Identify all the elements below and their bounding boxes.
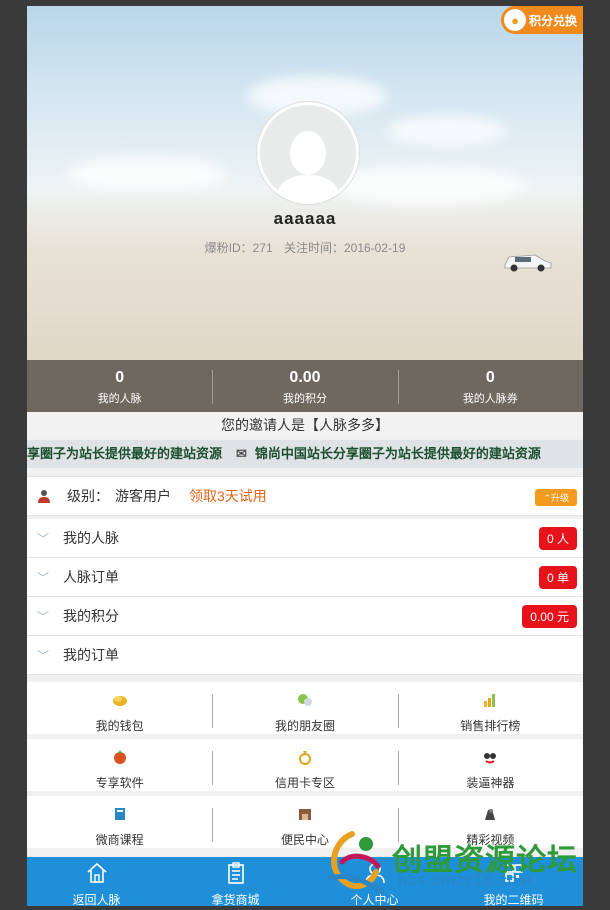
grid-my-moments[interactable]: 我的朋友圈	[212, 682, 397, 734]
chevron-down-icon: ﹀	[37, 531, 50, 546]
account-menu: ﹀ 我的人脉 0 人 ﹀ 人脉订单 0 单 ﹀ 我的积分 0.00 元 ﹀ 我的…	[27, 519, 583, 675]
software-icon	[113, 750, 126, 764]
points-exchange-label: 积分兑换	[529, 13, 578, 28]
grid-label: 我的钱包	[95, 719, 144, 733]
tab-label: 拿货商城	[211, 893, 260, 906]
level-value: 游客用户	[115, 488, 171, 504]
stat-label: 我的人脉券	[462, 393, 518, 405]
menu-item-label: 人脉订单	[63, 569, 119, 585]
moments-icon	[297, 694, 312, 706]
mail-icon: ✉	[236, 446, 247, 461]
stat-value: 0	[115, 369, 125, 386]
user-id: 爆粉ID：271	[204, 241, 273, 255]
stat-value: 0.00	[289, 369, 321, 386]
book-icon	[114, 808, 125, 820]
feature-grid-row-1: 我的钱包 我的朋友圈 销售排行榜	[27, 682, 583, 734]
upgrade-label: 升级	[550, 493, 569, 503]
upgrade-button[interactable]: ⌃升级	[535, 489, 577, 506]
home-icon	[86, 862, 107, 883]
grid-wechat-business-course[interactable]: 微商课程	[27, 796, 212, 848]
grid-sales-ranking[interactable]: 销售排行榜	[397, 682, 583, 734]
grid-exclusive-software[interactable]: 专享软件	[27, 739, 212, 791]
follow-time: 关注时间：2016-02-19	[283, 241, 406, 255]
ring-icon	[298, 751, 311, 765]
chevron-down-icon: ﹀	[37, 570, 50, 585]
wallet-icon	[112, 696, 127, 706]
tab-back-to-connections[interactable]: 返回人脉	[27, 857, 166, 906]
menu-item-label: 我的订单	[63, 647, 119, 663]
menu-my-orders[interactable]: ﹀ 我的订单	[27, 636, 583, 675]
clipboard-icon	[227, 862, 244, 884]
grid-label: 销售排行榜	[460, 719, 521, 733]
level-row: 级别： 游客用户 领取3天试用 ⌃升级	[27, 476, 583, 516]
stat-points[interactable]: 0.00 我的积分	[212, 360, 397, 412]
menu-my-connections[interactable]: ﹀ 我的人脉 0 人	[27, 519, 583, 558]
grid-label: 装逼神器	[466, 776, 515, 790]
grid-label: 专享软件	[95, 776, 144, 790]
chevron-down-icon: ﹀	[37, 609, 50, 624]
username: aaaaaa	[273, 209, 337, 228]
mask-icon	[484, 753, 497, 764]
grid-credit-card-zone[interactable]: 信用卡专区	[212, 739, 397, 791]
amount-badge: 0.00 元	[522, 605, 577, 628]
coin-icon: ●	[504, 9, 526, 31]
stat-label: 我的人脉	[97, 393, 142, 405]
grid-label: 微商课程	[95, 833, 144, 847]
avatar[interactable]	[257, 102, 359, 204]
menu-item-label: 我的积分	[63, 608, 119, 624]
app-frame: ● 积分兑换 aaaaaa 爆粉ID：271 关注时间：2016-02-19 0…	[27, 6, 583, 906]
menu-my-points[interactable]: ﹀ 我的积分 0.00 元	[27, 597, 583, 636]
tab-wholesale-mall[interactable]: 拿货商城	[166, 857, 305, 906]
feature-grid-row-2: 专享软件 信用卡专区 装逼神器	[27, 739, 583, 791]
stat-value: 0	[485, 369, 495, 386]
menu-item-label: 我的人脉	[63, 530, 119, 546]
tab-label: 返回人脉	[72, 893, 121, 906]
profile-hero: ● 积分兑换 aaaaaa 爆粉ID：271 关注时间：2016-02-19 0…	[27, 6, 583, 412]
stat-coupons[interactable]: 0 我的人脉券	[397, 360, 583, 412]
watermark-url: bbs.cmzy18.com	[398, 872, 533, 889]
chevron-down-icon: ﹀	[37, 648, 50, 663]
marquee-text: 锦尚中国站长分享圈子为站长提供最好的建站资源	[254, 446, 541, 461]
grid-my-wallet[interactable]: 我的钱包	[27, 682, 212, 734]
grid-label: 我的朋友圈	[274, 719, 335, 733]
points-exchange-button[interactable]: ● 积分兑换	[501, 6, 583, 34]
video-icon	[485, 809, 496, 820]
count-badge: 0 人	[538, 527, 577, 550]
free-trial-link[interactable]: 领取3天试用	[189, 486, 267, 506]
profile-meta: 爆粉ID：271 关注时间：2016-02-19	[27, 239, 583, 256]
count-badge: 0 单	[538, 566, 577, 589]
user-silhouette-icon	[275, 131, 341, 201]
level-label: 级别：	[67, 488, 109, 504]
menu-connection-orders[interactable]: ﹀ 人脉订单 0 单	[27, 558, 583, 597]
stat-connections[interactable]: 0 我的人脉	[27, 360, 212, 412]
announcement-marquee[interactable]: 享圈子为站长提供最好的建站资源 ✉ 锦尚中国站长分享圈子为站长提供最好的建站资源	[27, 440, 583, 468]
person-icon	[38, 490, 50, 503]
grid-show-off-tool[interactable]: 装逼神器	[397, 739, 583, 791]
grid-label: 信用卡专区	[274, 776, 335, 790]
marquee-text: 享圈子为站长提供最好的建站资源	[27, 446, 223, 461]
car-image	[504, 254, 552, 272]
inviter-text: 您的邀请人是【人脉多多】	[27, 412, 583, 438]
store-icon	[298, 809, 311, 820]
bar-chart-icon	[484, 694, 496, 707]
stats-bar: 0 我的人脉 0.00 我的积分 0 我的人脉券	[27, 360, 583, 412]
stat-label: 我的积分	[282, 393, 327, 405]
